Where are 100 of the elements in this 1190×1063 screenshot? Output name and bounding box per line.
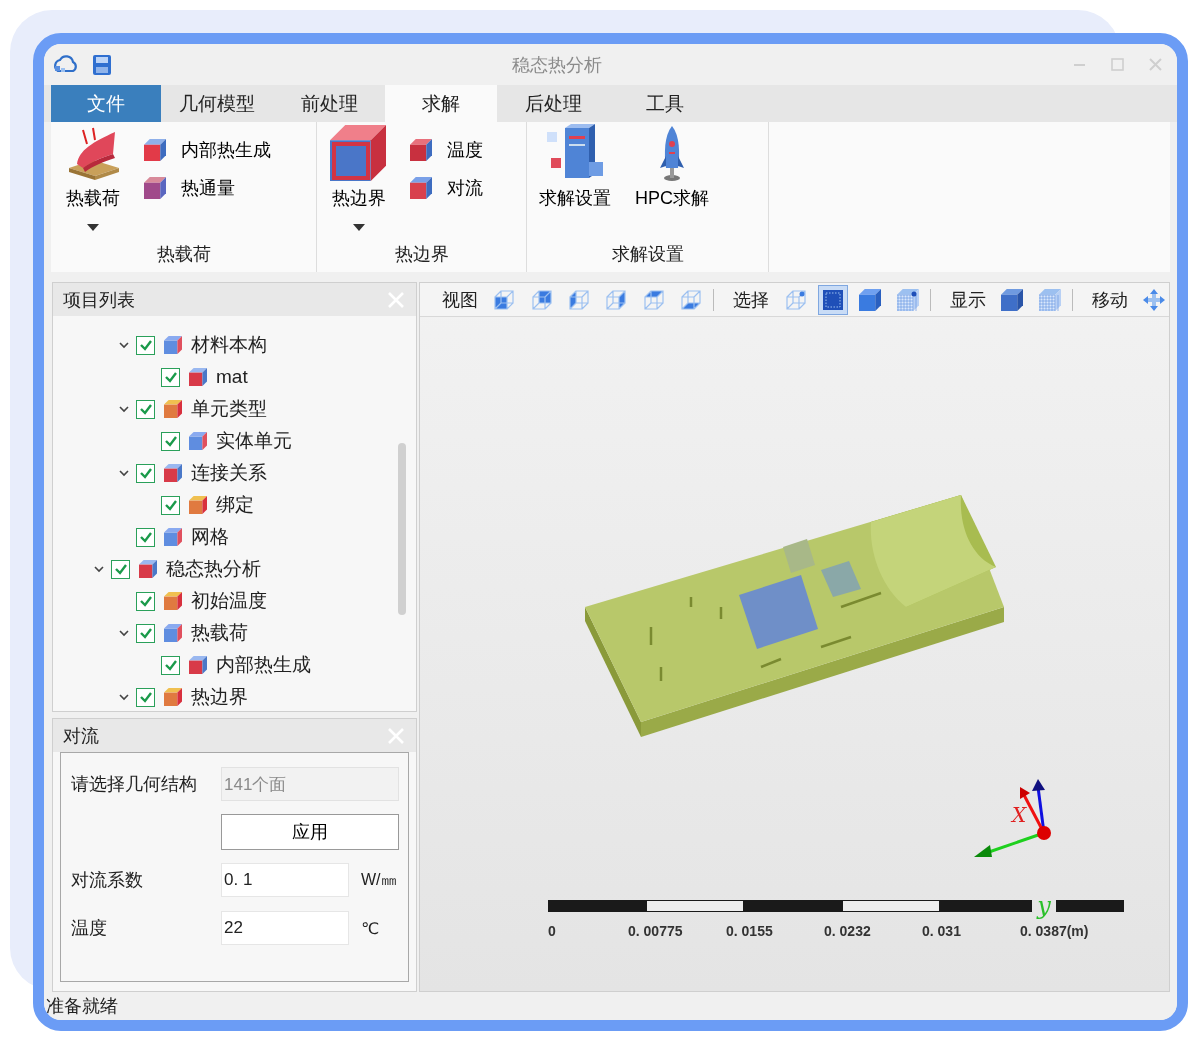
minimize-icon (1073, 62, 1085, 67)
field-label: 温度 (71, 917, 108, 940)
checkbox[interactable] (136, 687, 155, 707)
checkbox[interactable] (136, 335, 155, 355)
check-icon (138, 626, 153, 640)
cube-face-icon (641, 287, 666, 312)
scale-label: 0. 0232 (824, 923, 872, 939)
toolbar-label: 移动 (1091, 288, 1128, 312)
field-label: 请选择几何结构 (71, 773, 198, 796)
solid-cube-icon (1000, 287, 1025, 312)
tree-item[interactable]: 实体单元 (53, 425, 416, 457)
ribbon-button[interactable]: 内部热生成 (143, 138, 271, 162)
checkbox[interactable] (136, 527, 155, 547)
check-icon (138, 466, 153, 480)
ribbon-tab[interactable]: 工具 (609, 85, 721, 122)
ribbon-tab[interactable]: 前处理 (273, 85, 385, 122)
ribbon-group-title: 热边界 (393, 243, 450, 266)
ribbon-button[interactable]: 温度 (409, 138, 483, 162)
panel-title: 对流 (63, 724, 99, 748)
expand-chevron-icon[interactable] (118, 627, 130, 639)
expand-chevron-icon[interactable] (93, 563, 105, 575)
checkbox[interactable] (136, 463, 155, 483)
cube-icon (163, 527, 183, 547)
cube-point-icon (783, 287, 808, 312)
tree-item[interactable]: 热载荷 (53, 617, 416, 649)
check-icon (138, 594, 153, 608)
input-field[interactable]: 22 (221, 911, 349, 945)
checkbox[interactable] (161, 367, 180, 387)
cube-icon (143, 138, 167, 162)
window-title: 稳态热分析 (512, 53, 603, 77)
checkbox[interactable] (161, 495, 180, 515)
tree-item[interactable]: 单元类型 (53, 393, 416, 425)
tree-item[interactable]: 网格 (53, 521, 416, 553)
ribbon-button[interactable]: 热边界 (325, 124, 393, 236)
check-icon (163, 434, 178, 448)
cube-icon (143, 176, 167, 200)
cube-icon (163, 687, 183, 707)
ribbon-button[interactable]: 热通量 (143, 176, 271, 200)
cube-icon (409, 176, 433, 200)
toolbar-label: 视图 (442, 288, 478, 312)
scrollbar-thumb[interactable] (398, 443, 406, 615)
tree-item[interactable]: mat (53, 361, 416, 393)
ribbon-tab[interactable]: 几何模型 (161, 85, 273, 122)
ribbon-tab[interactable]: 后处理 (497, 85, 609, 122)
field-label: 对流系数 (71, 869, 144, 892)
ribbon-button[interactable]: 求解设置 (535, 124, 615, 236)
expand-chevron-icon[interactable] (118, 467, 130, 479)
ribbon-button[interactable]: HPC求解 (631, 124, 713, 236)
cube-drawing (329, 124, 389, 182)
expand-chevron-icon[interactable] (118, 339, 130, 351)
expand-chevron-icon[interactable] (118, 403, 130, 415)
check-icon (138, 338, 153, 352)
checkbox[interactable] (111, 559, 130, 579)
file-menu-tab[interactable]: 文件 (51, 85, 161, 122)
check-icon (113, 562, 128, 576)
ribbon-button[interactable]: 热载荷 (59, 124, 127, 236)
grid-cube-icon (1037, 287, 1062, 312)
ribbon-button[interactable]: 对流 (409, 176, 483, 200)
cube-icon (188, 367, 208, 387)
ribbon-group-title: 热载荷 (155, 243, 212, 266)
unit-label: W/㎜ (361, 869, 397, 890)
tree-item[interactable]: 初始温度 (53, 585, 416, 617)
cube-icon (163, 335, 183, 355)
tree-item[interactable]: 热边界 (53, 681, 416, 711)
cube-face-icon (604, 287, 629, 312)
expand-chevron-icon[interactable] (118, 691, 130, 703)
toolbar-label: 显示 (949, 288, 986, 312)
axis-label: X (1012, 803, 1027, 827)
input-field[interactable]: 0. 1 (221, 863, 349, 897)
checkbox[interactable] (161, 431, 180, 451)
check-icon (163, 498, 178, 512)
cube-icon (188, 495, 208, 515)
tree-item[interactable]: 绑定 (53, 489, 416, 521)
scale-label: 0. 0155 (726, 923, 774, 939)
scale-label: 0 (548, 923, 557, 939)
ribbon-tab[interactable]: 求解 (385, 85, 497, 122)
checkbox[interactable] (136, 623, 155, 643)
toolbar-label: 选择 (733, 288, 770, 312)
save-icon[interactable] (92, 53, 112, 76)
apply-button[interactable]: 应用 (221, 814, 399, 850)
move-arrows-icon (1141, 287, 1166, 312)
panel-title: 项目列表 (63, 288, 135, 312)
cube-face-icon (679, 287, 704, 312)
check-icon (138, 530, 153, 544)
cube-icon (409, 138, 433, 162)
tree-item[interactable]: 内部热生成 (53, 649, 416, 681)
tree-item[interactable]: 材料本构 (53, 329, 416, 361)
cube-face-icon (492, 287, 517, 312)
check-icon (163, 658, 178, 672)
tree-item[interactable]: 连接关系 (53, 457, 416, 489)
toolbar-button[interactable] (817, 284, 849, 315)
check-icon (138, 402, 153, 416)
tree-item[interactable]: 稳态热分析 (53, 553, 416, 585)
checkbox[interactable] (136, 591, 155, 611)
axis-label: y (1035, 892, 1052, 920)
checkbox[interactable] (136, 399, 155, 419)
check-icon (138, 690, 153, 704)
scale-label: 0. 031 (922, 923, 962, 939)
checkbox[interactable] (161, 655, 180, 675)
scale-label: 0. 0387(m) (1020, 923, 1090, 939)
